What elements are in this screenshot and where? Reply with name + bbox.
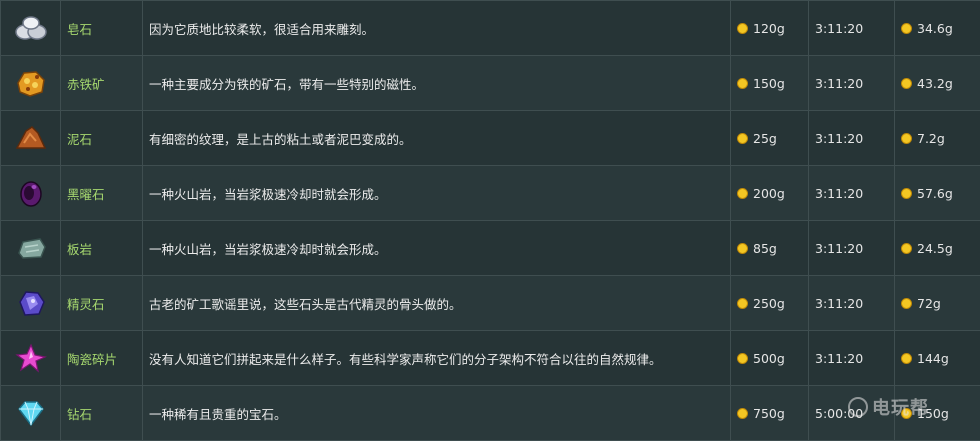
item-icon-cell <box>1 56 61 111</box>
item-price-label: 120g <box>753 21 785 36</box>
item-icon-cell <box>1 331 61 386</box>
item-description: 一种火山岩，当岩浆极速冷却时就会形成。 <box>143 166 731 221</box>
item-price-label: 85g <box>753 241 777 256</box>
gold-coin-icon <box>737 23 748 34</box>
table-row: 陶瓷碎片 没有人知道它们拼起来是什么样子。有些科学家声称它们的分子架构不符合以往… <box>1 331 980 386</box>
gold-coin-icon <box>737 78 748 89</box>
item-description: 没有人知道它们拼起来是什么样子。有些科学家声称它们的分子架构不符合以往的自然规律… <box>143 331 731 386</box>
item-value: 34.6g <box>895 1 980 56</box>
item-name: 黑曜石 <box>61 166 143 221</box>
gold-coin-icon <box>737 353 748 364</box>
item-time: 3:11:20 <box>809 331 895 386</box>
item-value: 43.2g <box>895 56 980 111</box>
item-description: 一种主要成分为铁的矿石，带有一些特别的磁性。 <box>143 56 731 111</box>
item-icon-cell <box>1 276 61 331</box>
watermark-text: 电玩帮 <box>872 394 929 420</box>
item-value: 7.2g <box>895 111 980 166</box>
item-name: 皂石 <box>61 1 143 56</box>
gold-coin-icon <box>901 133 912 144</box>
gold-coin-icon <box>737 408 748 419</box>
item-name: 赤铁矿 <box>61 56 143 111</box>
gold-coin-icon <box>901 23 912 34</box>
gold-coin-icon <box>901 243 912 254</box>
item-price-label: 750g <box>753 406 785 421</box>
gold-coin-icon <box>901 353 912 364</box>
limestone-icon <box>14 13 48 43</box>
item-value-label: 57.6g <box>917 186 953 201</box>
item-value-label: 34.6g <box>917 21 953 36</box>
item-name: 精灵石 <box>61 276 143 331</box>
gold-coin-icon <box>901 78 912 89</box>
mudstone-icon <box>14 123 48 153</box>
watermark: 电玩帮 <box>848 392 976 422</box>
item-price: 200g <box>731 166 809 221</box>
item-value: 57.6g <box>895 166 980 221</box>
item-description: 因为它质地比较柔软，很适合用来雕刻。 <box>143 1 731 56</box>
item-price: 85g <box>731 221 809 276</box>
prismatic-shard-icon <box>14 343 48 373</box>
item-price: 120g <box>731 1 809 56</box>
item-value: 24.5g <box>895 221 980 276</box>
table-row: 钻石 一种稀有且贵重的宝石。 750g 5:00:00 150g <box>1 386 980 441</box>
item-value-label: 7.2g <box>917 131 945 146</box>
item-icon-cell <box>1 166 61 221</box>
table-row: 精灵石 古老的矿工歌谣里说，这些石头是古代精灵的骨头做的。 250g 3:11:… <box>1 276 980 331</box>
item-description: 一种火山岩，当岩浆极速冷却时就会形成。 <box>143 221 731 276</box>
item-price-label: 250g <box>753 296 785 311</box>
table-row: 赤铁矿 一种主要成分为铁的矿石，带有一些特别的磁性。 150g 3:11:20 … <box>1 56 980 111</box>
item-price-label: 200g <box>753 186 785 201</box>
item-value: 144g <box>895 331 980 386</box>
item-price: 250g <box>731 276 809 331</box>
table-row: 黑曜石 一种火山岩，当岩浆极速冷却时就会形成。 200g 3:11:20 57.… <box>1 166 980 221</box>
hematite-icon <box>14 68 48 98</box>
item-name: 泥石 <box>61 111 143 166</box>
item-time: 3:11:20 <box>809 166 895 221</box>
gold-coin-icon <box>737 298 748 309</box>
item-value: 72g <box>895 276 980 331</box>
diamond-icon <box>14 398 48 428</box>
item-price-label: 500g <box>753 351 785 366</box>
item-value-label: 144g <box>917 351 949 366</box>
watermark-logo-icon <box>848 397 868 417</box>
fairy-stone-icon <box>14 288 48 318</box>
gold-coin-icon <box>737 133 748 144</box>
item-price: 750g <box>731 386 809 441</box>
item-price-label: 25g <box>753 131 777 146</box>
item-icon-cell <box>1 221 61 276</box>
item-time: 3:11:20 <box>809 221 895 276</box>
item-time: 3:11:20 <box>809 111 895 166</box>
item-price: 25g <box>731 111 809 166</box>
item-time: 3:11:20 <box>809 1 895 56</box>
item-time: 3:11:20 <box>809 56 895 111</box>
item-value-label: 43.2g <box>917 76 953 91</box>
item-description: 一种稀有且贵重的宝石。 <box>143 386 731 441</box>
item-description: 有细密的纹理，是上古的粘土或者泥巴变成的。 <box>143 111 731 166</box>
item-description: 古老的矿工歌谣里说，这些石头是古代精灵的骨头做的。 <box>143 276 731 331</box>
table-row: 皂石 因为它质地比较柔软，很适合用来雕刻。 120g 3:11:20 34.6g <box>1 1 980 56</box>
mineral-table: 皂石 因为它质地比较柔软，很适合用来雕刻。 120g 3:11:20 34.6g… <box>0 0 980 441</box>
gold-coin-icon <box>901 298 912 309</box>
item-value-label: 24.5g <box>917 241 953 256</box>
item-name: 板岩 <box>61 221 143 276</box>
item-icon-cell <box>1 1 61 56</box>
gold-coin-icon <box>737 243 748 254</box>
item-price-label: 150g <box>753 76 785 91</box>
item-icon-cell <box>1 386 61 441</box>
gold-coin-icon <box>901 188 912 199</box>
item-time: 3:11:20 <box>809 276 895 331</box>
item-price: 150g <box>731 56 809 111</box>
item-price: 500g <box>731 331 809 386</box>
table-row: 泥石 有细密的纹理，是上古的粘土或者泥巴变成的。 25g 3:11:20 7.2… <box>1 111 980 166</box>
item-icon-cell <box>1 111 61 166</box>
item-value-label: 72g <box>917 296 941 311</box>
table-row: 板岩 一种火山岩，当岩浆极速冷却时就会形成。 85g 3:11:20 24.5g <box>1 221 980 276</box>
obsidian-icon <box>14 178 48 208</box>
slate-icon <box>14 233 48 263</box>
gold-coin-icon <box>737 188 748 199</box>
item-name: 钻石 <box>61 386 143 441</box>
item-name: 陶瓷碎片 <box>61 331 143 386</box>
